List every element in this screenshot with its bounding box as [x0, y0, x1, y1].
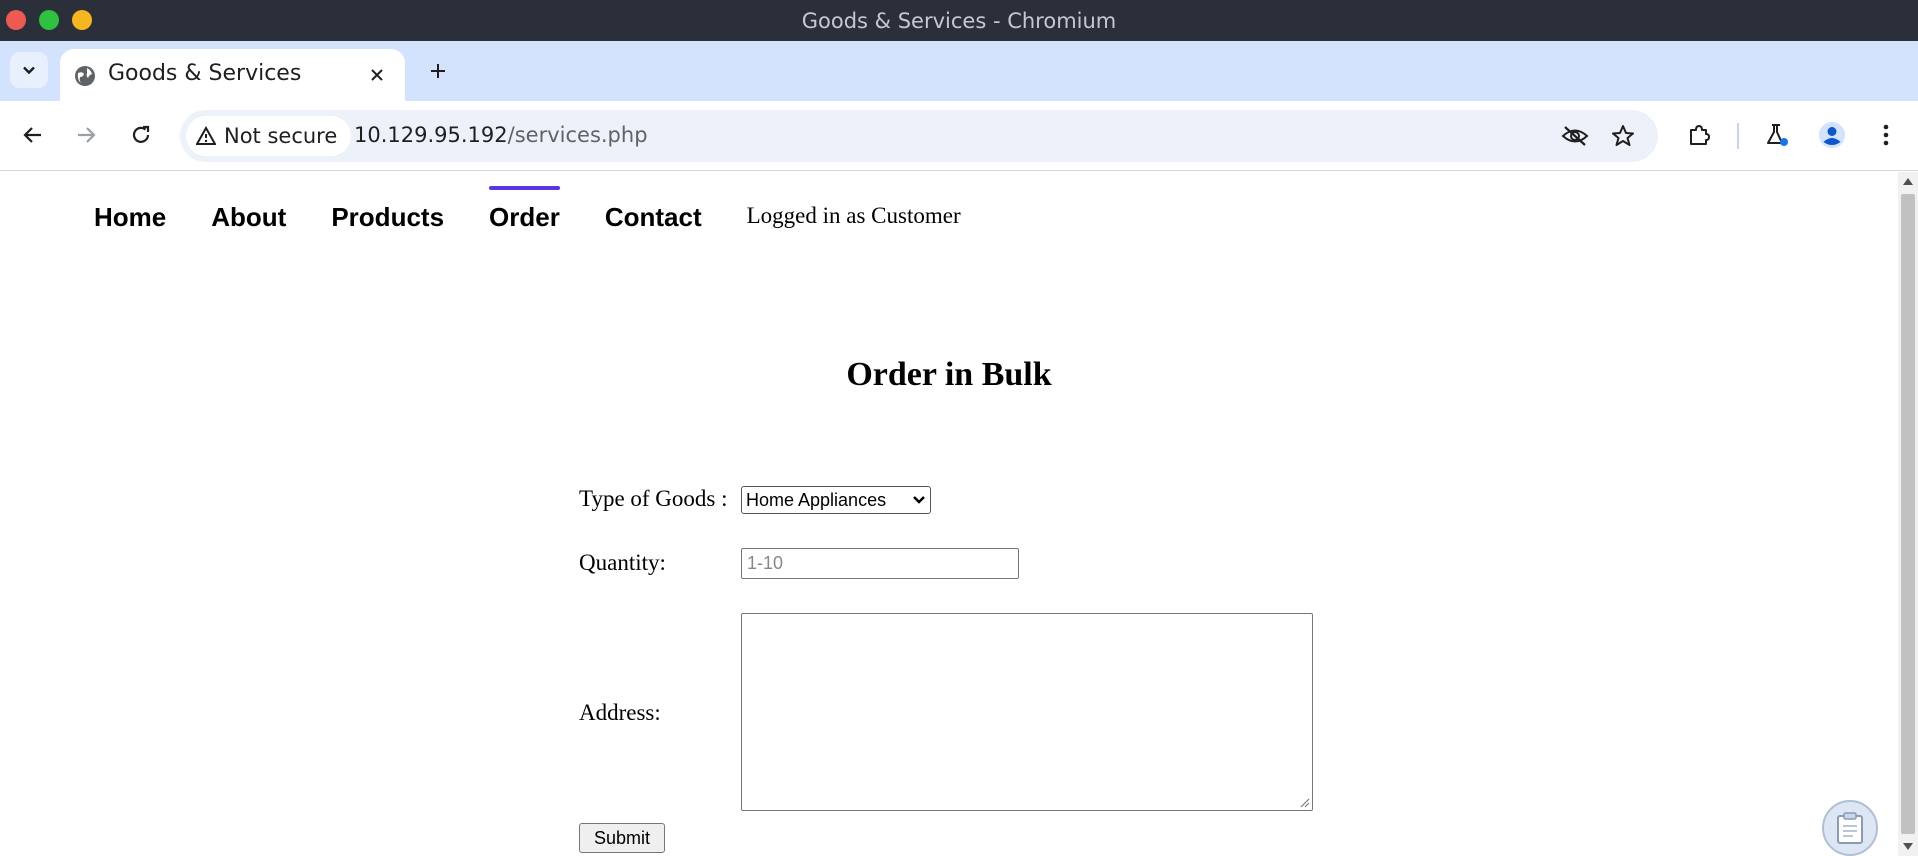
clipboard-icon: [1837, 812, 1863, 844]
nav-link-about[interactable]: About: [211, 190, 286, 233]
star-icon: [1612, 125, 1634, 146]
page-title: Order in Bulk: [846, 356, 1052, 393]
window-title: Goods & Services - Chromium: [801, 9, 1117, 33]
security-label: Not secure: [224, 124, 338, 148]
scroll-thumb[interactable]: [1901, 194, 1915, 834]
tab-close-button[interactable]: [365, 63, 389, 87]
extensions-button[interactable]: [1683, 119, 1715, 151]
goods-type-value: Home Appliances: [746, 489, 887, 510]
nav-link-contact[interactable]: Contact: [605, 190, 702, 233]
nav-link-products[interactable]: Products: [331, 190, 444, 233]
quantity-input[interactable]: 1-10: [741, 548, 1019, 579]
plus-icon: [431, 64, 445, 78]
tab-active[interactable]: Goods & Services: [60, 49, 405, 101]
url-path: /services.php: [507, 123, 648, 147]
close-icon: [371, 69, 383, 81]
forward-icon: [78, 127, 96, 143]
tracking-protection-button[interactable]: [1560, 121, 1590, 151]
site-nav: Home About Products Order Contact Logged…: [94, 186, 961, 240]
goods-type-select[interactable]: Home Appliances: [741, 486, 931, 514]
labs-flask-icon: [1767, 124, 1788, 146]
url-host: 10.129.95.192: [354, 123, 508, 147]
quantity-placeholder: 1-10: [747, 553, 784, 573]
forward-button[interactable]: [70, 119, 102, 151]
reload-icon: [132, 125, 150, 143]
back-button[interactable]: [17, 119, 49, 151]
address-bar[interactable]: Not secure 10.129.95.192/services.php: [180, 110, 1658, 162]
url-text[interactable]: 10.129.95.192/services.php: [354, 123, 648, 147]
security-chip[interactable]: Not secure: [186, 116, 352, 156]
page-content: Home About Products Order Contact Logged…: [0, 172, 1898, 856]
scroll-up-arrow-icon[interactable]: [1903, 178, 1913, 185]
submit-button[interactable]: Submit: [579, 823, 665, 853]
address-textarea[interactable]: [741, 613, 1313, 811]
bookmark-button[interactable]: [1608, 121, 1638, 151]
chevron-down-icon: [23, 66, 35, 75]
profile-button[interactable]: [1816, 119, 1848, 151]
clipboard-button[interactable]: [1822, 800, 1878, 856]
globe-icon: [75, 66, 95, 86]
toolbar-divider: [1737, 123, 1739, 149]
resize-grip-icon[interactable]: [1298, 796, 1310, 808]
labs-button[interactable]: [1761, 119, 1793, 151]
kebab-menu-icon: [1883, 124, 1889, 146]
tab-search-button[interactable]: [10, 52, 48, 88]
nav-link-order[interactable]: Order: [489, 186, 560, 233]
nav-link-home[interactable]: Home: [94, 190, 166, 233]
extensions-icon: [1690, 125, 1710, 145]
scroll-down-arrow-icon[interactable]: [1903, 843, 1913, 850]
goods-type-label: Type of Goods :: [579, 486, 728, 511]
page-scrollbar[interactable]: [1898, 172, 1918, 856]
back-icon: [23, 127, 41, 143]
chevron-down-icon: [913, 496, 925, 504]
window-titlebar: Goods & Services - Chromium: [0, 0, 1918, 41]
eye-off-icon: [1561, 126, 1589, 146]
reload-button[interactable]: [125, 119, 157, 151]
warning-icon: [196, 126, 216, 145]
tab-strip: Goods & Services: [0, 41, 1918, 101]
browser-menu-button[interactable]: [1870, 119, 1902, 151]
new-tab-button[interactable]: [424, 57, 452, 85]
quantity-label: Quantity:: [579, 550, 666, 575]
tab-title: Goods & Services: [108, 61, 302, 86]
login-status: Logged in as Customer: [746, 203, 961, 228]
profile-icon: [1819, 122, 1845, 148]
address-label: Address:: [579, 700, 661, 725]
browser-toolbar: Not secure 10.129.95.192/services.php: [0, 101, 1918, 171]
